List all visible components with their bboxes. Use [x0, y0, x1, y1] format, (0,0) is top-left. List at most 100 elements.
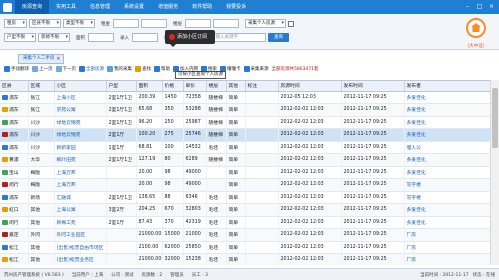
menu-item-0[interactable]: 房源查询 — [15, 0, 50, 14]
vertical-scrollbar[interactable] — [490, 80, 499, 265]
listing-grid: 区县 区域 小区 户型 面积 价格 单价 楼层 其他 标注 房源时间 发布时间 … — [0, 80, 490, 265]
col-header[interactable]: 价格 — [162, 81, 184, 92]
cell-text: 6289 — [185, 157, 198, 163]
table-row[interactable]: 闵行 梅陇 上海万邦 20.00 98 49000 简单 2012-02-02 12:03 20… — [0, 178, 490, 192]
cell-text: 简单 — [228, 208, 239, 214]
tab-collect-secondhand[interactable]: 采集个人二手房 × — [18, 54, 64, 64]
area-input[interactable] — [88, 33, 114, 42]
cell-text: 简单 — [228, 170, 239, 176]
table-row[interactable]: 松江 其他 (出售)松普自由市场区 2100.00 62000 25850 毛坯 简单 2012… — [0, 241, 490, 254]
col-header[interactable]: 标注 — [245, 81, 279, 92]
cell-text: 80 — [164, 157, 171, 163]
floor-input-max[interactable] — [213, 19, 239, 28]
table-cell: 2012-02-02 12:03 — [278, 166, 342, 179]
table-row[interactable]: 黄浦 大华 枫叶田苑 2室1厅1卫 127.19 80 6289 随楼梯 简单 2012-02-0… — [0, 153, 490, 167]
district-select[interactable]: 区县不限 — [29, 19, 61, 28]
toolbar-manual-translate[interactable]: 手动翻译 — [4, 66, 29, 72]
minimize-icon[interactable]: – — [463, 2, 472, 11]
table-cell: 32803 — [183, 203, 207, 217]
toolbar-help[interactable]: 帮助 — [154, 66, 170, 72]
menu-item-5[interactable]: 软件帮助 — [185, 0, 219, 14]
menu-item-1[interactable]: 实用工具 — [49, 0, 83, 14]
help-icon — [154, 66, 160, 72]
floor-input[interactable] — [185, 19, 211, 28]
cell-text: 张江 — [30, 108, 41, 114]
table-cell: 简单 — [226, 116, 246, 129]
keyword-input[interactable]: 请输入关键字 — [208, 33, 266, 42]
rent-input-max[interactable] — [141, 19, 167, 28]
table-cell: 2012-02-02 12:03 — [278, 241, 342, 254]
row-type-icon — [2, 107, 8, 113]
menu-item-3[interactable]: 系统设置 — [117, 0, 151, 14]
table-cell: 138.65 — [136, 191, 163, 204]
table-cell: 简单 — [226, 128, 246, 142]
toolbar-my-collection[interactable]: 我的采集 — [107, 66, 132, 72]
menu-item-4[interactable]: 增值服务 — [151, 0, 185, 14]
cell-text: 梅陇 — [30, 183, 41, 189]
toolbar-collect-source[interactable]: 采集来源 — [243, 66, 269, 72]
table-row[interactable]: 宝山 梅陇 上海万邦 20.00 98 49000 简单 2012-02-02 12:03 20… — [0, 166, 490, 179]
table-cell — [106, 166, 137, 179]
source-checkbox[interactable] — [288, 20, 294, 27]
col-header[interactable]: 区县 — [0, 81, 29, 92]
layout-select[interactable]: 户型不限 — [4, 33, 36, 42]
table-cell: 2012-02-02 12:03 — [278, 153, 342, 167]
table-row[interactable]: 闵行 其他 新梅工苑 2室1厅 87.43 370 42319 毛坯 简单 2012-02-02 … — [0, 216, 490, 229]
cell-text: 汇融城 — [56, 195, 71, 201]
col-header[interactable]: 楼层 — [206, 81, 227, 92]
col-header[interactable]: 其他 — [226, 81, 246, 92]
table-row[interactable]: 浦东 川沙 绿地云锦苑 2室1厅 100.20 275 25746 随楼梯 简单 2012-02-… — [0, 128, 490, 142]
col-header[interactable]: 发布者 — [404, 81, 490, 92]
col-header[interactable]: 单价 — [183, 81, 207, 92]
type-select[interactable]: 类型不限 — [63, 19, 95, 28]
scrollbar-thumb[interactable] — [492, 88, 498, 148]
cell-text: 写字楼 — [406, 195, 421, 201]
col-header[interactable]: 区域 — [28, 81, 55, 92]
entry-input[interactable] — [132, 33, 158, 42]
table-row[interactable]: 浦东 川沙 绿地云锦苑 2室1厅1卫 96.20 250 25987 随楼梯 简单 2012-02… — [0, 116, 490, 129]
table-row[interactable]: 浦东 川沙 新新家园 1室1厅 68.81 100 14532 毛坯 简单 2012-02-02 … — [0, 141, 490, 154]
table-row[interactable]: 浦东 新场 汇融城 2室1厅1卫 138.65 88 6346 毛坯 简单 2012-02-02 … — [0, 191, 490, 204]
toolbar-prev-page[interactable]: 上一页 — [32, 66, 53, 72]
table-cell: 其他 — [28, 253, 55, 265]
table-row[interactable]: 浦东 张江 京苑公寓 2室1厅1卫 65.68 350 53288 随楼梯 简单 2012-02-… — [0, 103, 490, 117]
col-header[interactable]: 房源时间 — [278, 81, 342, 92]
table-row[interactable]: 嘉定 外冈 外冈工业园区 21000.00 15000 21000 毛坯 简单 2012-02-… — [0, 228, 490, 242]
source-select[interactable]: 采集个人房源 — [245, 19, 286, 28]
cell-text: 外冈工业园区 — [56, 233, 86, 239]
table-cell: 随楼梯 — [206, 153, 227, 167]
table-cell: 其他 — [28, 203, 55, 217]
decoration-select[interactable]: 装修不限 — [38, 33, 70, 42]
cell-text: 204.25 — [138, 207, 156, 213]
table-cell: 毛坯 — [206, 228, 227, 242]
table-row[interactable]: 松江 其他 (出售)松普业务区 21000.00 32000 15238 毛坯 简单 2012-… — [0, 253, 490, 265]
cell-text: 15238 — [185, 257, 201, 263]
table-row[interactable]: 浦东 张江 上海小区 2室1厅1卫 200.39 1450 72358 随楼梯 简单 2012-0… — [0, 91, 490, 104]
table-cell: 2012-05 12:03 — [278, 91, 342, 104]
cell-text: 嘉定 — [9, 233, 19, 239]
col-header[interactable]: 发布时间 — [341, 81, 405, 92]
menu-item-2[interactable]: 信息管理 — [83, 0, 117, 14]
table-cell: 2012-11-17 09:25 — [341, 128, 405, 142]
col-header[interactable]: 面积 — [136, 81, 163, 92]
col-header[interactable]: 小区 — [54, 81, 107, 92]
cell-text: 68.81 — [138, 144, 153, 150]
query-button[interactable]: 查询 — [268, 33, 289, 42]
cell-text: 张江 — [30, 95, 41, 101]
cell-text: 新梅工苑 — [56, 220, 76, 226]
table-cell: 53288 — [183, 103, 207, 117]
toolbar-find[interactable]: 查找 — [135, 66, 151, 72]
rent-input[interactable] — [113, 19, 139, 28]
cell-text: 多爱佳化 — [406, 170, 426, 176]
menu-item-6[interactable]: 我要投诉 — [219, 0, 253, 14]
col-header[interactable]: 户型 — [106, 81, 137, 92]
cell-text: 虹口 — [9, 208, 19, 214]
toolbar-all-listings[interactable]: 全部房源 — [79, 66, 104, 72]
cell-text: 随楼梯 — [208, 158, 223, 164]
toolbar-next-page[interactable]: 下一页 — [55, 66, 76, 72]
maximize-icon[interactable]: □ — [475, 2, 484, 11]
tab-close-icon[interactable]: × — [56, 55, 60, 63]
deal-type-select[interactable]: 租房 — [4, 19, 27, 28]
close-icon[interactable]: × — [487, 2, 496, 11]
table-row[interactable]: 虹口 其他 上海公寓 3室2厅 204.25 670 32803 毛坯 简单 2012-02-02… — [0, 203, 490, 217]
